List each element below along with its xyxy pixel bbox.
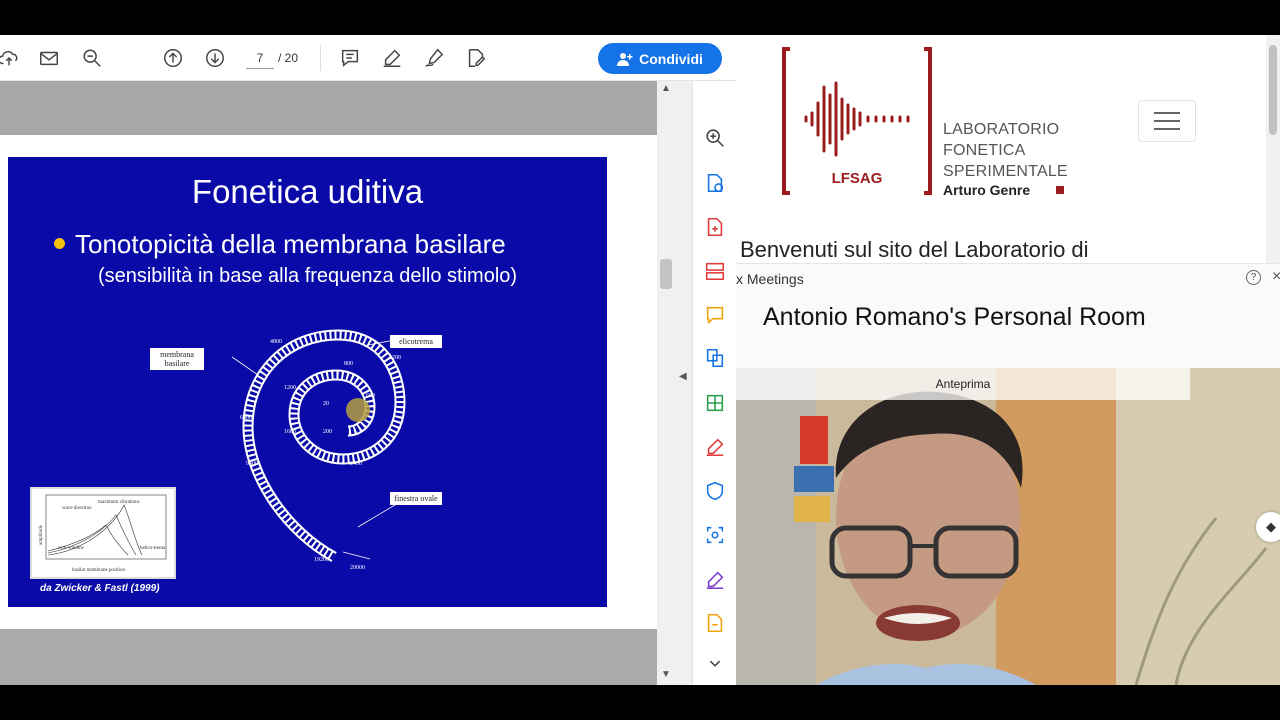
compress-pdf-icon[interactable] <box>703 391 727 415</box>
scroll-up-arrow-icon[interactable]: ▲ <box>657 83 675 94</box>
hamburger-line <box>1154 112 1180 114</box>
document-viewport[interactable]: Fonetica uditiva Tonotopicità della memb… <box>0 81 657 685</box>
lab-title-line: LABORATORIO <box>943 121 1060 138</box>
page-gap <box>0 629 657 685</box>
hamburger-line <box>1154 120 1180 122</box>
export-pdf-icon[interactable] <box>703 171 727 195</box>
logo-text: LFSAG <box>832 170 883 187</box>
webex-window-title: x Meetings <box>736 271 804 287</box>
scroll-down-arrow-icon[interactable]: ▼ <box>657 669 675 680</box>
toolbar-divider <box>320 45 321 71</box>
vertical-scrollbar[interactable]: ▲ ▼ <box>657 81 675 685</box>
comment-tool-icon[interactable] <box>703 303 727 327</box>
webex-meeting-window: x Meetings ? × Antonio Romano's Personal… <box>736 263 1280 685</box>
scrollbar-thumb[interactable] <box>660 259 672 289</box>
inset-label-oval: oval window <box>58 546 84 551</box>
more-tools-chevron-icon[interactable] <box>703 651 727 675</box>
web-scrollbar[interactable] <box>1266 35 1280 267</box>
basilar-graph: wave direction maximum vibrations oval w… <box>39 494 167 573</box>
upload-icon[interactable] <box>0 45 22 71</box>
webex-title-bar[interactable]: x Meetings ? × <box>736 263 1280 293</box>
scan-ocr-icon[interactable] <box>703 523 727 547</box>
mail-icon[interactable] <box>36 45 62 71</box>
combine-files-icon[interactable] <box>703 346 727 370</box>
lab-name: Arturo Genre <box>943 182 1031 198</box>
page-gap <box>0 81 657 135</box>
slide-bullet-text: Tonotopicità della membrana basilare <box>75 229 506 259</box>
lab-title-line: SPERIMENTALE <box>943 163 1068 180</box>
freq-label: 2400 <box>350 461 362 467</box>
lfsag-logo[interactable]: LFSAG <box>782 47 932 197</box>
edit-form-icon[interactable] <box>463 45 489 71</box>
screen: 7 / 20 Condividi Fonetica uditiva Tonoto… <box>0 35 1280 685</box>
freq-label: 20000 <box>350 565 365 571</box>
tools-rail <box>692 81 736 685</box>
preview-label: Anteprima <box>736 368 1190 400</box>
organize-pages-icon[interactable] <box>703 259 727 283</box>
inset-label-helico: helico-trema <box>140 546 166 551</box>
highlight-pen-icon[interactable] <box>379 45 405 71</box>
zoom-out-icon[interactable] <box>79 45 105 71</box>
label-membrana-basilare: membrana basilare <box>150 348 204 370</box>
slide-credit: da Zwicker & Fastl (1999) <box>40 583 160 594</box>
freq-label: 19200 <box>314 557 329 563</box>
request-signature-icon[interactable] <box>703 568 727 592</box>
inset-label-maximum: maximum vibrations <box>98 500 140 505</box>
slide-subtitle: (sensibilità in base alla frequenza dell… <box>97 265 518 287</box>
share-button[interactable]: Condividi <box>598 43 722 74</box>
inset-axis-label: basilar membrane position <box>72 568 126 573</box>
next-page-icon[interactable] <box>202 45 228 71</box>
freq-label: 6400 <box>240 415 252 421</box>
panel-collapse-strip[interactable]: ◀ <box>675 81 692 685</box>
slide: Fonetica uditiva Tonotopicità della memb… <box>8 157 607 607</box>
pdf-viewer: 7 / 20 Condividi Fonetica uditiva Tonoto… <box>0 35 736 685</box>
slide-title: Fonetica uditiva <box>191 173 424 210</box>
freq-label: 1200 <box>284 385 296 391</box>
brand-square <box>1056 186 1064 194</box>
bullet-dot <box>54 237 65 249</box>
freq-label: 4800 <box>270 339 282 345</box>
page-number-input[interactable]: 7 <box>246 47 274 69</box>
cochlea-diagram: 4800 3200 800 1200 20 600 6400 1600 200 … <box>138 327 458 577</box>
create-pdf-icon[interactable] <box>703 215 727 239</box>
label-elicotrema: elicotrema <box>390 335 442 348</box>
previous-page-icon[interactable] <box>160 45 186 71</box>
pdf-toolbar: 7 / 20 Condividi <box>0 35 736 81</box>
video-preview: Anteprima ◆ <box>736 368 1280 685</box>
slide-bullet: Tonotopicità della membrana basilare <box>54 229 506 260</box>
webcam-feed <box>736 368 1280 685</box>
personal-room-title: Antonio Romano's Personal Room <box>763 303 1146 331</box>
web-scrollbar-thumb[interactable] <box>1269 45 1277 135</box>
lab-title-line: FONETICA <box>943 142 1026 159</box>
freq-label: 3200 <box>389 355 401 361</box>
comment-icon[interactable] <box>337 45 363 71</box>
freq-label: 200 <box>323 429 332 435</box>
label-finestra-ovale: finestra ovale <box>390 492 442 505</box>
protect-shield-icon[interactable] <box>703 479 727 503</box>
help-icon[interactable]: ? <box>1246 270 1261 285</box>
freq-label: 1600 <box>284 429 296 435</box>
freq-label: 600 <box>366 393 375 399</box>
menu-toggle-button[interactable] <box>1138 100 1196 142</box>
collapse-left-arrow-icon[interactable]: ◀ <box>679 371 687 382</box>
freq-label: 20 <box>323 401 329 407</box>
page-total: / 20 <box>278 51 299 65</box>
edit-pdf-icon[interactable] <box>703 611 727 635</box>
close-icon[interactable]: × <box>1272 268 1280 286</box>
search-zoom-icon[interactable] <box>703 126 727 150</box>
inset-amplitude-label: amplitude <box>39 524 44 545</box>
fill-sign-icon[interactable] <box>703 435 727 459</box>
share-button-label: Condividi <box>639 50 703 67</box>
add-user-icon <box>617 52 633 66</box>
minimize-video-icon[interactable]: ◆ <box>1256 512 1280 542</box>
lab-title: LABORATORIO FONETICA SPERIMENTALE <box>943 119 1068 182</box>
inset-label-wave: wave direction <box>62 506 92 511</box>
basilar-graph-inset: wave direction maximum vibrations oval w… <box>30 487 176 579</box>
hamburger-line <box>1154 128 1180 130</box>
welcome-heading: Benvenuti sul sito del Laboratorio di <box>740 237 1089 262</box>
pdf-page: Fonetica uditiva Tonotopicità della memb… <box>0 135 657 629</box>
sign-icon[interactable] <box>421 45 447 71</box>
freq-label: 800 <box>344 361 353 367</box>
freq-label: 9600 <box>246 461 258 467</box>
